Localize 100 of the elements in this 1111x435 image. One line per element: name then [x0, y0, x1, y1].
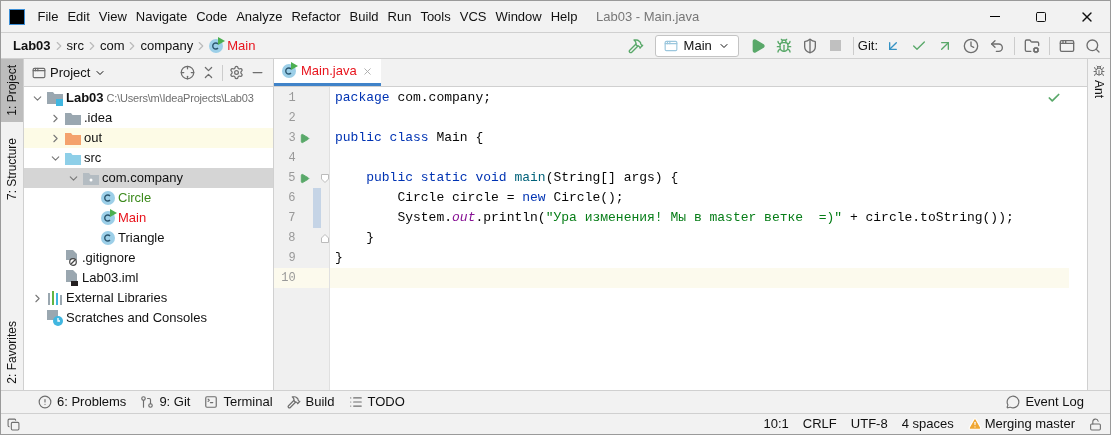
vcs-status[interactable]: Merging master: [967, 414, 1075, 434]
tool-window-button[interactable]: Build: [279, 392, 342, 412]
tree-item-label: com.company: [102, 169, 183, 188]
tool-window-tab[interactable]: Ant: [1090, 65, 1108, 98]
tree-item[interactable]: com.company: [24, 168, 273, 188]
folder-icon: [65, 111, 81, 125]
line-separator[interactable]: CRLF: [802, 414, 837, 434]
caret-position[interactable]: 10:1: [763, 414, 789, 434]
tree-item[interactable]: Lab03 C:\Users\m\IdeaProjects\Lab03: [24, 88, 273, 108]
menu-item[interactable]: Build: [346, 6, 382, 27]
main-class-icon: [101, 211, 115, 225]
code-line: package com.company;: [335, 89, 492, 108]
editor-tab[interactable]: Main.java: [274, 59, 381, 86]
tool-windows-icon[interactable]: [7, 417, 20, 431]
line-number: 5: [287, 170, 296, 187]
tool-window-button[interactable]: Terminal: [197, 392, 280, 412]
change-marker: [313, 208, 322, 228]
class-icon: [101, 191, 115, 205]
libraries-icon: [47, 291, 63, 305]
menu-item[interactable]: Run: [384, 6, 415, 27]
menu-item[interactable]: VCS: [456, 6, 490, 27]
git-label: Git:: [857, 36, 878, 55]
event-log-button[interactable]: Event Log: [1006, 392, 1084, 412]
tool-window-tab[interactable]: 2: Favorites: [1, 315, 23, 390]
tool-window-tab[interactable]: 7: Structure: [1, 131, 23, 206]
window-title: Lab03 - Main.java: [595, 7, 700, 26]
file-encoding[interactable]: UTF-8: [850, 414, 888, 434]
code-line: public class Main {: [335, 129, 484, 148]
menu-item[interactable]: Navigate: [132, 6, 191, 27]
run-icon[interactable]: [298, 132, 310, 144]
class-icon: [101, 231, 115, 245]
breadcrumb[interactable]: Lab03: [13, 35, 51, 56]
tree-item[interactable]: src: [24, 148, 273, 168]
fold-icon[interactable]: [321, 173, 329, 183]
package-icon: [83, 171, 99, 185]
menu-item[interactable]: Help: [547, 6, 581, 27]
panel-title-dropdown[interactable]: Project: [50, 62, 107, 83]
lock-open-icon[interactable]: [1089, 417, 1102, 431]
run-config-dropdown[interactable]: Main: [654, 34, 739, 57]
alert-circle-icon: [38, 395, 52, 409]
tree-item-label: Scratches and Consoles: [66, 309, 207, 328]
bug-icon: [1093, 65, 1105, 77]
indent-setting[interactable]: 4 spaces: [901, 414, 954, 434]
warning-icon: [967, 417, 982, 431]
folder-icon: [65, 131, 81, 145]
line-number: 9: [287, 250, 296, 267]
tree-item[interactable]: Scratches and Consoles: [24, 308, 273, 328]
tool-window-button[interactable]: 6: Problems: [31, 392, 134, 412]
speech-bubble-icon: [1006, 395, 1021, 409]
breadcrumb[interactable]: company: [140, 35, 194, 56]
menu-item[interactable]: File: [34, 6, 62, 27]
window-icon: [663, 38, 678, 53]
tree-item-label: Lab03.iml: [82, 269, 139, 288]
tree-item[interactable]: Circle: [24, 188, 273, 208]
line-number: 6: [287, 190, 296, 207]
fold-icon[interactable]: [321, 233, 329, 243]
line-number: 4: [287, 150, 296, 167]
tree-item[interactable]: Main: [24, 208, 273, 228]
check-icon: [1047, 91, 1061, 105]
close-tab-icon[interactable]: [361, 65, 373, 77]
scratches-icon: [47, 310, 63, 326]
run-icon[interactable]: [298, 172, 310, 184]
minimize-icon: [990, 16, 1000, 17]
menu-item[interactable]: Window: [491, 6, 546, 27]
menu-item[interactable]: View: [95, 6, 131, 27]
tree-item[interactable]: out: [24, 128, 273, 148]
tree-item-label: .gitignore: [82, 249, 136, 268]
menu-item[interactable]: Analyze: [232, 6, 286, 27]
menu-item[interactable]: Refactor: [287, 6, 345, 27]
breadcrumb[interactable]: src: [66, 35, 84, 56]
code-line: }: [365, 229, 374, 248]
terminal-icon: [204, 395, 219, 409]
breadcrumb[interactable]: Main: [209, 35, 256, 56]
module-file-icon: [65, 270, 79, 286]
settings-icon[interactable]: [229, 65, 244, 80]
tree-item[interactable]: .gitignore: [24, 248, 273, 268]
code-line: Circle circle = new Circle();: [396, 189, 624, 208]
tree-item-label: Circle: [118, 189, 152, 208]
window-icon: [32, 65, 46, 80]
code-line: System.out.println("Ура изменения! Мы в master ветке =)" + circle.toString());: [396, 209, 1014, 228]
line-number: 7: [287, 210, 296, 227]
menu-item[interactable]: Tools: [416, 6, 455, 27]
crosshair-icon[interactable]: [180, 65, 195, 80]
tree-item[interactable]: Lab03.iml: [24, 268, 273, 288]
tree-item[interactable]: .idea: [24, 108, 273, 128]
tool-window-button[interactable]: TODO: [341, 392, 412, 412]
menu-item[interactable]: Edit: [63, 6, 94, 27]
tree-item[interactable]: Triangle: [24, 228, 273, 248]
tree-item-label: src: [84, 149, 102, 168]
change-marker: [313, 188, 322, 208]
breadcrumb[interactable]: com: [99, 35, 125, 56]
tree-item[interactable]: External Libraries: [24, 288, 273, 308]
tree-item-label: Triangle: [118, 229, 165, 248]
code-line: }: [335, 249, 343, 268]
line-number: 1: [287, 90, 296, 107]
menu-item[interactable]: Code: [192, 6, 231, 27]
ignored-file-icon: [65, 250, 79, 266]
tool-window-button[interactable]: 9: Git: [133, 392, 198, 412]
folder-icon: [65, 151, 81, 165]
tool-window-tab[interactable]: 1: Project: [1, 59, 23, 122]
